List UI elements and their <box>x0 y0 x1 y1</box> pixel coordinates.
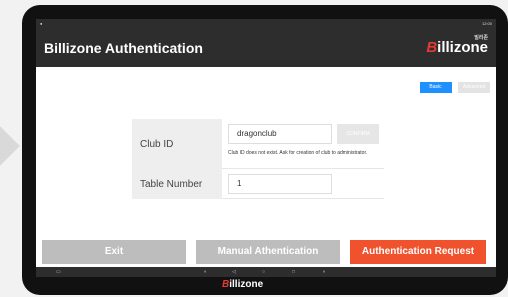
exit-button[interactable]: Exit <box>42 240 186 264</box>
club-id-label: Club ID <box>132 119 222 169</box>
authentication-request-button[interactable]: Authentication Request <box>350 240 486 264</box>
mode-tabs: Basic Advanced <box>418 75 490 93</box>
logo-b-icon: B <box>426 39 438 56</box>
brand-name: illizone <box>437 39 488 56</box>
club-id-input[interactable]: dragonclub <box>228 124 332 144</box>
home-icon[interactable]: ○ <box>262 269 265 275</box>
confirm-button[interactable]: CONFIRM <box>337 124 379 144</box>
auth-form: Club ID dragonclub CONFIRM Club ID does … <box>132 119 384 199</box>
app-screen: ● 12:00 Billizone Authentication 빌리존 Bil… <box>36 19 496 277</box>
status-indicator-icon: ● <box>40 21 43 26</box>
tablet-frame: ● 12:00 Billizone Authentication 빌리존 Bil… <box>22 5 508 295</box>
volume-icon[interactable]: ◐ <box>204 269 207 275</box>
bezel-brand-name: illizone <box>229 279 264 290</box>
table-number-label: Table Number <box>132 169 222 199</box>
side-arrow-decoration <box>0 126 20 166</box>
recents-icon[interactable]: □ <box>292 269 295 275</box>
tab-advanced[interactable]: Advanced <box>458 82 490 93</box>
android-nav-bar: ▭ ◐ ◁ ○ □ ◑ <box>36 267 496 277</box>
brand-korean-text: 빌리존 <box>474 35 488 41</box>
tab-basic[interactable]: Basic <box>419 82 452 93</box>
status-time: 12:00 <box>481 21 492 26</box>
club-id-value-cell: dragonclub CONFIRM Club ID does not exis… <box>222 119 384 169</box>
back-icon[interactable]: ◁ <box>232 269 236 275</box>
volume-up-icon[interactable]: ◑ <box>322 269 325 275</box>
table-number-value-cell: 1 <box>222 169 384 199</box>
action-buttons: Exit Manual Athentication Authentication… <box>42 240 486 264</box>
table-number-row: Table Number 1 <box>132 169 384 199</box>
club-id-row: Club ID dragonclub CONFIRM Club ID does … <box>132 119 384 169</box>
page-title: Billizone Authentication <box>44 40 203 56</box>
table-number-input[interactable]: 1 <box>228 174 332 194</box>
manual-authentication-button[interactable]: Manual Athentication <box>196 240 340 264</box>
screenshot-icon[interactable]: ▭ <box>56 269 61 275</box>
club-id-error-message: Club ID does not exist. Ask for creation… <box>228 150 368 156</box>
brand-logo: 빌리존 Billizone <box>426 35 488 56</box>
status-bar: ● 12:00 <box>36 19 496 29</box>
app-header: Billizone Authentication 빌리존 Billizone <box>36 29 496 67</box>
bezel-logo: Billizone <box>222 279 263 290</box>
